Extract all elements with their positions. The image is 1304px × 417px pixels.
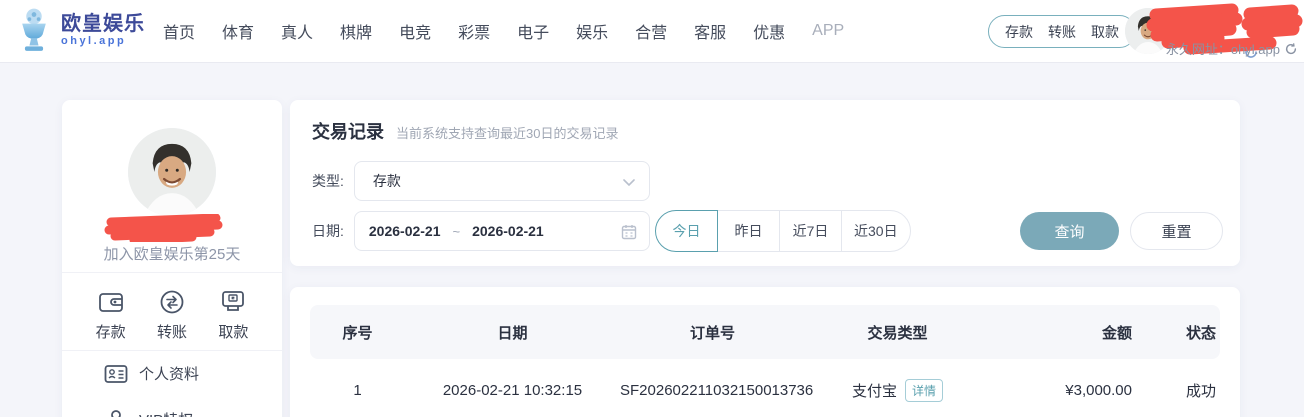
divider [62, 272, 282, 273]
row-amount: ¥3,000.00 [1065, 381, 1132, 399]
col-index: 序号 [342, 324, 373, 342]
reset-button[interactable]: 重置 [1130, 212, 1223, 250]
sidebar-deposit-button[interactable]: 存款 [96, 290, 126, 342]
membership-duration: 加入欧皇娱乐第25天 [103, 246, 241, 263]
nav-item-promotions[interactable]: 优惠 [753, 19, 785, 43]
main-nav: 首页 体育 真人 棋牌 电竞 彩票 电子 娱乐 合营 客服 优惠 APP [163, 0, 844, 62]
vip-icon [104, 408, 128, 417]
date-start-value: 2026-02-21 [368, 223, 441, 239]
permanent-url[interactable]: 永久网址：ohyl.app [1166, 39, 1298, 58]
trophy-logo-icon [14, 7, 54, 53]
vip-badge: VIP3 [1266, 9, 1298, 23]
vip-badge: VIP3 [182, 222, 212, 235]
transaction-table-card: 序号 日期 订单号 交易类型 金额 状态 1 2026-02-21 10:32:… [290, 287, 1240, 417]
profile-avatar [128, 128, 216, 216]
date-label: 日期: [312, 223, 344, 239]
header-withdraw-button[interactable]: 取款 [1091, 22, 1119, 42]
row-index: 1 [353, 381, 362, 399]
row-date: 2026-02-21 10:32:15 [442, 381, 583, 399]
nav-item-sports[interactable]: 体育 [222, 19, 254, 43]
wallet-quick-pill: 存款 转账 取款 [988, 15, 1136, 48]
nav-item-live[interactable]: 真人 [281, 19, 313, 43]
range-today-button[interactable]: 今日 [655, 210, 718, 252]
table-row: 1 2026-02-21 10:32:15 SF2026022110321500… [310, 359, 1220, 417]
payment-method: 支付宝 [851, 382, 897, 400]
id-card-icon [104, 364, 128, 384]
status-badge: 成功 [1185, 382, 1216, 400]
sidebar-item-vip[interactable]: VIP特权 [104, 408, 193, 417]
row-order-no: SF202602211032150013736 [620, 381, 814, 399]
nav-item-entertainment[interactable]: 娱乐 [576, 19, 608, 43]
quick-range-group: 今日 昨日 近7日 近30日 [655, 210, 911, 252]
nav-item-app[interactable]: APP [812, 22, 844, 40]
search-button[interactable]: 查询 [1020, 212, 1119, 250]
nav-item-home[interactable]: 首页 [163, 19, 195, 43]
date-separator: ~ [452, 223, 461, 239]
transaction-table: 序号 日期 订单号 交易类型 金额 状态 1 2026-02-21 10:32:… [310, 305, 1220, 417]
top-header: 欧皇娱乐 ohyl.app 首页 体育 真人 棋牌 电竞 彩票 电子 娱乐 合营… [0, 0, 1304, 62]
table-header-row: 序号 日期 订单号 交易类型 金额 状态 [310, 305, 1220, 359]
withdraw-icon [220, 290, 246, 314]
nav-item-support[interactable]: 客服 [694, 19, 726, 43]
page-title: 交易记录 [312, 122, 384, 142]
divider [62, 350, 282, 351]
nav-item-partnership[interactable]: 合营 [635, 19, 667, 43]
row-type: 支付宝 详情 [805, 378, 990, 402]
quick-actions: 存款 转账 取款 [62, 290, 282, 342]
refresh-icon[interactable] [1284, 42, 1298, 56]
nav-item-lottery[interactable]: 彩票 [458, 19, 490, 43]
brand-logo[interactable]: 欧皇娱乐 ohyl.app [14, 7, 145, 53]
profile-sidebar: VIP3 加入欧皇娱乐第25天 存款 转账 取款 个人资料 [62, 100, 282, 417]
col-type: 交易类型 [867, 324, 928, 342]
nav-item-board-games[interactable]: 棋牌 [340, 19, 372, 43]
avatar[interactable] [1125, 8, 1171, 54]
range-30days-button[interactable]: 近30日 [841, 210, 911, 252]
wallet-icon [98, 290, 124, 314]
col-order-no: 订单号 [689, 324, 735, 342]
brand-domain: ohyl.app [61, 35, 127, 47]
header-transfer-button[interactable]: 转账 [1048, 22, 1076, 42]
date-range-input[interactable]: 2026-02-21 ~ 2026-02-21 [353, 211, 650, 251]
detail-button[interactable]: 详情 [905, 378, 944, 402]
range-7days-button[interactable]: 近7日 [779, 210, 842, 252]
sidebar-item-profile[interactable]: 个人资料 [104, 363, 199, 384]
chevron-down-icon [623, 179, 635, 186]
nav-item-slots[interactable]: 电子 [517, 19, 549, 43]
transaction-filter-card: 交易记录 当前系统支持查询最近30日的交易记录 类型: 存款 日期: 2026-… [290, 100, 1240, 266]
col-amount: 金额 [1101, 324, 1132, 342]
transaction-type-select[interactable]: 存款 [353, 161, 650, 201]
brand-title: 欧皇娱乐 [61, 13, 145, 35]
date-end-value: 2026-02-21 [472, 223, 544, 239]
col-date: 日期 [497, 324, 528, 342]
range-yesterday-button[interactable]: 昨日 [717, 210, 780, 252]
calendar-icon [621, 224, 637, 240]
transfer-icon [159, 290, 185, 314]
col-status: 状态 [1185, 324, 1216, 342]
nav-item-esports[interactable]: 电竞 [399, 19, 431, 43]
sidebar-withdraw-button[interactable]: 取款 [218, 290, 248, 342]
sidebar-transfer-button[interactable]: 转账 [157, 290, 187, 342]
header-deposit-button[interactable]: 存款 [1005, 22, 1033, 42]
type-label: 类型: [312, 173, 344, 189]
page-subtitle: 当前系统支持查询最近30日的交易记录 [396, 126, 619, 141]
